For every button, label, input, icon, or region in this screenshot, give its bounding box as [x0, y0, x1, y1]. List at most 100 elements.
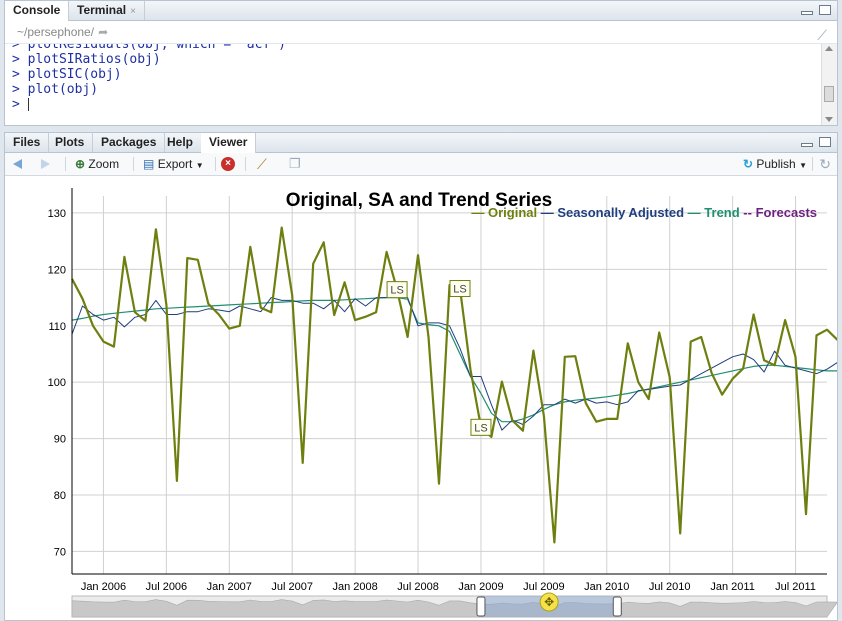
legend-item: Trend: [704, 205, 739, 220]
chevron-down-icon: ▼: [195, 161, 204, 170]
annotation-label: LS: [474, 422, 487, 434]
tab-files[interactable]: Files: [5, 133, 50, 152]
series-line-trend: [71, 296, 837, 423]
tab-viewer[interactable]: Viewer: [201, 133, 257, 153]
viewer-pane: Files Plots Packages Help Viewer ⊕ Zoom …: [4, 132, 838, 621]
legend-swatch: —: [537, 205, 557, 220]
toolbar-divider: [133, 157, 134, 171]
console-tabbar: Console Terminal ×: [5, 1, 837, 21]
console-input-line[interactable]: >: [5, 97, 821, 112]
y-tick-label: 120: [48, 264, 66, 276]
close-icon[interactable]: ×: [130, 6, 136, 17]
series-line-seasonally-adjusted: [71, 295, 837, 431]
clear-console-icon[interactable]: ⟋: [817, 24, 827, 46]
console-output[interactable]: > plotResiduals(obj, which = "acf") > pl…: [5, 44, 821, 125]
x-tick-label: Jul 2006: [146, 581, 188, 593]
toolbar-divider: [65, 157, 66, 171]
zoom-button[interactable]: ⊕ Zoom: [75, 156, 119, 172]
text-cursor: [27, 98, 29, 111]
dygraph-chart[interactable]: LS LS LS 70 80 90 100 110 120 130 Jan 2006 Jul 200…: [5, 176, 837, 620]
working-directory-path: ~/persephone/: [17, 25, 95, 39]
console-code: plotSIC(obj): [27, 67, 122, 82]
annotation-label: LS: [390, 285, 403, 297]
tab-terminal-label: Terminal: [77, 3, 127, 17]
publish-button[interactable]: ↻ Publish ▼: [743, 156, 807, 172]
y-tick-label: 90: [54, 434, 66, 446]
y-tick-label: 80: [54, 490, 66, 502]
clear-viewer-icon[interactable]: ×: [221, 157, 235, 171]
maximize-icon[interactable]: [819, 137, 831, 147]
export-label: Export: [157, 157, 193, 171]
y-tick-label: 70: [54, 546, 66, 558]
console-scrollbar[interactable]: [821, 44, 837, 125]
range-handle[interactable]: [612, 596, 622, 617]
tab-packages[interactable]: Packages: [93, 133, 166, 152]
tab-console-label: Console: [13, 3, 61, 17]
x-tick-label: Jul 2010: [649, 581, 691, 593]
x-tick-label: Jul 2011: [775, 581, 816, 593]
forward-arrow-icon[interactable]: [41, 159, 50, 169]
tab-viewer-label: Viewer: [209, 135, 248, 149]
tab-help[interactable]: Help: [159, 133, 203, 152]
x-tick-label: Jan 2011: [710, 581, 754, 593]
range-handle[interactable]: [476, 596, 486, 617]
y-tick-label: 130: [48, 208, 66, 220]
x-tick-label: Jan 2006: [81, 581, 126, 593]
refresh-icon[interactable]: ↻: [819, 156, 831, 172]
console-code: plot(obj): [27, 82, 99, 97]
working-directory: ~/persephone/➦ ⟋: [5, 21, 837, 44]
scroll-down-icon[interactable]: [825, 117, 833, 122]
viewer-toolbar: ⊕ Zoom ▤ Export ▼ × ⟋ ❐ ↻ Publish ▼ ↻: [5, 153, 837, 176]
tab-console[interactable]: Console: [5, 1, 70, 21]
chart-annotations: LS LS LS: [386, 280, 492, 436]
x-tick-label: Jul 2007: [271, 581, 313, 593]
console-prompt: >: [12, 82, 20, 97]
minimize-icon[interactable]: [801, 143, 813, 147]
console-line: > plot(obj): [5, 82, 821, 97]
console-line: > plotSIRatios(obj): [5, 52, 821, 67]
publish-label: Publish: [756, 157, 796, 171]
x-tick-label: Jul 2009: [523, 581, 565, 593]
export-button[interactable]: ▤ Export ▼: [143, 156, 204, 172]
console-prompt: >: [12, 67, 20, 82]
x-tick-label: Jan 2008: [332, 581, 377, 593]
scrollbar-thumb[interactable]: [824, 86, 834, 102]
chart-grid: [72, 196, 827, 574]
tab-plots[interactable]: Plots: [47, 133, 94, 152]
x-tick-label: Jan 2010: [584, 581, 629, 593]
toolbar-divider: [812, 157, 813, 171]
back-arrow-icon[interactable]: [13, 159, 22, 169]
tab-packages-label: Packages: [101, 135, 157, 149]
legend-swatch: —: [471, 205, 488, 220]
go-to-directory-icon[interactable]: ➦: [98, 25, 108, 39]
console-prompt: >: [12, 97, 20, 112]
chart-legend: — Original — Seasonally Adjusted — Trend…: [471, 205, 817, 220]
x-tick-label: Jan 2007: [207, 581, 252, 593]
scroll-up-icon[interactable]: [825, 46, 833, 51]
legend-swatch: --: [740, 205, 756, 220]
zoom-icon: ⊕: [75, 157, 86, 171]
console-prompt: >: [12, 44, 20, 52]
publish-icon: ↻: [742, 157, 754, 171]
viewer-tabbar: Files Plots Packages Help Viewer: [5, 133, 837, 153]
console-code: plotSIRatios(obj): [27, 52, 161, 67]
toolbar-divider: [245, 157, 246, 171]
popout-icon[interactable]: ❐: [289, 156, 301, 172]
console-pane: Console Terminal × ~/persephone/➦ ⟋ > plo…: [4, 0, 838, 126]
annotation-label: LS: [453, 284, 466, 296]
toolbar-divider: [215, 157, 216, 171]
zoom-label: Zoom: [88, 157, 120, 171]
tab-terminal[interactable]: Terminal ×: [69, 1, 145, 20]
maximize-icon[interactable]: [819, 5, 831, 15]
legend-swatch: —: [684, 205, 704, 220]
y-tick-label: 100: [48, 377, 66, 389]
export-icon: ▤: [143, 157, 155, 171]
chart-area: LS LS LS 70 80 90 100 110 120 130 Jan 2006 Jul 200…: [5, 176, 837, 620]
console-prompt: >: [12, 52, 20, 67]
chart-axes: 70 80 90 100 110 120 130 Jan 2006 Jul 2006 Jan 20…: [48, 188, 827, 593]
broom-icon[interactable]: ⟋: [257, 156, 267, 172]
chevron-down-icon: ▼: [799, 161, 807, 170]
minimize-icon[interactable]: [801, 11, 813, 15]
legend-item: Original: [488, 205, 537, 220]
range-selector: ✥: [71, 592, 837, 618]
